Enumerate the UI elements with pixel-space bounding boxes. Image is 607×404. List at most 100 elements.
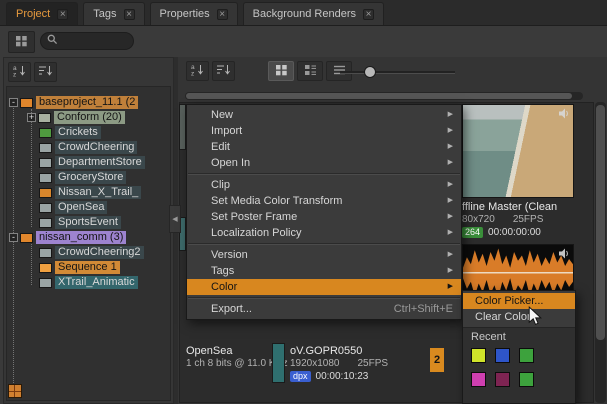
project-panel: az - baseproject_11.1 (2+Conform (20)Cric… — [3, 57, 174, 404]
sort-alpha-icon: az — [190, 63, 205, 79]
tree-item-sportsevent[interactable]: SportsEvent — [7, 215, 170, 230]
detail-view-button[interactable] — [297, 61, 323, 81]
submenu-arrow-icon: ▶ — [448, 193, 453, 209]
tree-item-conform-20[interactable]: +Conform (20) — [7, 110, 170, 125]
top-toolbar — [0, 27, 607, 56]
tab-close-icon[interactable]: × — [217, 9, 228, 20]
browser-sort-order-button[interactable] — [212, 61, 235, 81]
tree-item-label: OpenSea — [55, 201, 107, 214]
splitter-collapse-button[interactable]: ◀ — [169, 205, 181, 233]
menu-item-label: Localization Policy — [211, 225, 302, 241]
menu-item-clip[interactable]: Clip▶ — [187, 177, 461, 193]
menu-item-set-media-color-transform[interactable]: Set Media Color Transform▶ — [187, 193, 461, 209]
sort-order-icon — [38, 64, 53, 80]
tree-expander[interactable]: - — [9, 233, 18, 242]
tree-item-xtrail-animatic[interactable]: XTrail_Animatic — [7, 275, 170, 290]
browser-toolbar: az — [178, 57, 607, 85]
tree-item-label: CrowdCheering — [55, 141, 137, 154]
tree-item-nissan-comm-3[interactable]: -nissan_comm (3) — [7, 230, 170, 245]
tree-item-label: CrowdCheering2 — [55, 246, 144, 259]
tab-project[interactable]: Project× — [6, 2, 78, 25]
context-menu: New▶Import▶Edit▶Open In▶Clip▶Set Media C… — [186, 104, 462, 320]
tree-item-crowdcheering2[interactable]: CrowdCheering2 — [7, 245, 170, 260]
menu-item-label: Edit — [211, 139, 230, 155]
svg-text:z: z — [13, 72, 16, 78]
tree-sort-alpha-button[interactable]: az — [8, 62, 31, 82]
tree-item-grocerystore[interactable]: GroceryStore — [7, 170, 170, 185]
horizontal-scrollbar-thumb[interactable] — [186, 93, 572, 99]
submenu-arrow-icon: ▶ — [448, 139, 453, 155]
tree-item-label: GroceryStore — [55, 171, 126, 184]
search-input[interactable] — [62, 34, 126, 48]
menu-item-set-poster-frame[interactable]: Set Poster Frame▶ — [187, 209, 461, 225]
menu-item-new[interactable]: New▶ — [187, 107, 461, 123]
clip-info-gopro[interactable]: oV.GOPR0550 1920x1080 25FPS dpx 00:00:10… — [290, 345, 388, 382]
clip-cell-offline-master[interactable]: ffline Master (Clean 80x720 25FPS 264 00… — [462, 104, 574, 238]
menu-item-version[interactable]: Version▶ — [187, 247, 461, 263]
search-box[interactable] — [40, 32, 134, 50]
submenu-arrow-icon: ▶ — [448, 123, 453, 139]
browser-sort-alpha-button[interactable]: az — [186, 61, 209, 81]
slider-track[interactable] — [340, 71, 455, 74]
tree-item-crickets[interactable]: Crickets — [7, 125, 170, 140]
submenu-arrow-icon: ▶ — [448, 225, 453, 241]
tab-close-icon[interactable]: × — [57, 9, 68, 20]
menu-item-label: Tags — [211, 263, 234, 279]
tree-item-label: baseproject_11.1 (2 — [36, 96, 138, 109]
tree-expander[interactable]: - — [9, 98, 18, 107]
grid-icon — [15, 35, 28, 50]
clip-icon — [39, 203, 52, 213]
menu-item-localization-policy[interactable]: Localization Policy ▶ — [187, 225, 461, 241]
tree-sort-order-button[interactable] — [34, 62, 57, 82]
sort-order-icon — [216, 63, 231, 79]
recent-color-swatch[interactable] — [519, 348, 534, 363]
vertical-scrollbar[interactable] — [595, 102, 606, 403]
codec-chip-gopro: dpx — [290, 371, 311, 382]
tab-tags[interactable]: Tags× — [83, 2, 144, 25]
tab-close-icon[interactable]: × — [124, 9, 135, 20]
horizontal-scrollbar[interactable] — [185, 92, 583, 100]
thumbnail-view-button[interactable] — [268, 61, 294, 81]
tree-indent — [7, 162, 39, 163]
tree-indent — [7, 282, 39, 283]
tree-item-crowdcheering[interactable]: CrowdCheering — [7, 140, 170, 155]
menu-item-color[interactable]: Color▶ — [187, 279, 461, 295]
tree-item-departmentstore[interactable]: DepartmentStore — [7, 155, 170, 170]
clip-resolution: 1920x1080 — [290, 358, 340, 369]
menu-item-export[interactable]: Export...Ctrl+Shift+E — [187, 301, 461, 317]
slider-knob[interactable] — [364, 66, 376, 78]
menu-item-edit[interactable]: Edit ▶ — [187, 139, 461, 155]
clip-icon — [39, 143, 52, 153]
bin-icon — [20, 233, 33, 243]
recent-color-swatch[interactable] — [471, 372, 486, 387]
menu-item-label: New — [211, 107, 233, 123]
tree-expander[interactable]: + — [27, 113, 36, 122]
tab-background-renders[interactable]: Background Renders× — [243, 2, 384, 25]
menu-item-label: Import — [211, 123, 242, 139]
clip-thumbnail[interactable] — [179, 104, 186, 150]
tree-item-sequence-1[interactable]: Sequence 1 — [7, 260, 170, 275]
tree-item-baseproject-11-1-2[interactable]: - baseproject_11.1 (2 — [7, 95, 170, 110]
tab-close-icon[interactable]: × — [363, 9, 374, 20]
thumbnail-size-slider[interactable] — [340, 65, 455, 79]
menu-item-import[interactable]: Import ▶ — [187, 123, 461, 139]
clip-icon — [8, 384, 22, 398]
mouse-cursor — [528, 306, 542, 330]
recent-color-swatch[interactable] — [519, 372, 534, 387]
tree-item-nissan-x-trail[interactable]: Nissan_X_Trail_ — [7, 185, 170, 200]
layout-grid-button[interactable] — [8, 31, 35, 53]
submenu-item-color-picker[interactable]: Color Picker... — [463, 293, 575, 309]
tab-properties[interactable]: Properties× — [150, 2, 238, 25]
recent-color-swatch[interactable] — [471, 348, 486, 363]
menu-item-tags[interactable]: Tags▶ — [187, 263, 461, 279]
clip-icon — [39, 128, 52, 138]
submenu-item-clear-color[interactable]: Clear Color — [463, 309, 575, 325]
clip-thumbnail[interactable] — [272, 343, 285, 383]
tree-item-opensea[interactable]: OpenSea — [7, 200, 170, 215]
menu-item-open-in[interactable]: Open In▶ — [187, 155, 461, 171]
vertical-scrollbar-thumb[interactable] — [596, 105, 605, 340]
recent-color-swatch[interactable] — [495, 348, 510, 363]
clip-thumbnail[interactable] — [462, 104, 574, 198]
recent-color-swatch[interactable] — [495, 372, 510, 387]
tree-item-label: SportsEvent — [55, 216, 121, 229]
